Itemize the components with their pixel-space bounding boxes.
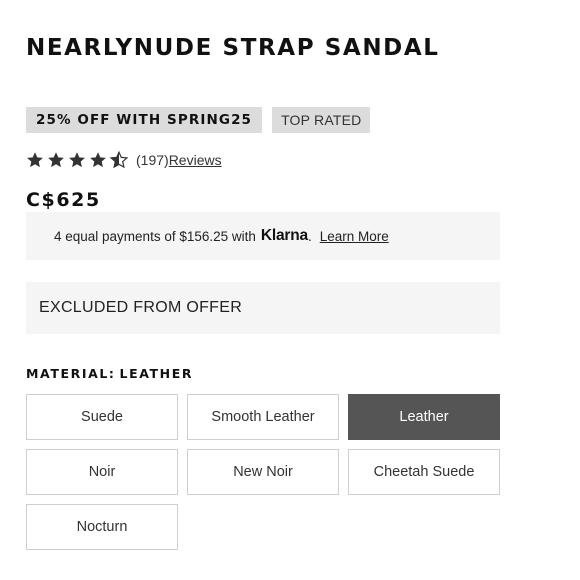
- offer-exclusion-notice: EXCLUDED FROM OFFER: [26, 282, 500, 334]
- badge-row: 25% OFF WITH SPRING25 TOP RATED: [26, 107, 371, 133]
- klarna-installment-text: 4 equal payments of $156.25 with: [54, 228, 256, 244]
- promo-badge: 25% OFF WITH SPRING25: [26, 107, 263, 133]
- review-count: (197): [136, 152, 169, 168]
- material-option-new-noir[interactable]: New Noir: [187, 449, 339, 495]
- material-option-nocturn[interactable]: Nocturn: [26, 504, 178, 550]
- material-option-leather[interactable]: Leather: [348, 394, 500, 440]
- star-icon: [47, 151, 65, 169]
- star-icon: [68, 151, 86, 169]
- star-icon: [26, 151, 44, 169]
- material-selected-value: LEATHER: [119, 366, 194, 381]
- star-half-icon: [110, 151, 128, 169]
- star-icon: [89, 151, 107, 169]
- material-label: MATERIAL: LEATHER: [26, 366, 193, 381]
- material-option-smooth-leather[interactable]: Smooth Leather: [187, 394, 339, 440]
- material-options: Suede Smooth Leather Leather Noir New Noir Ch…: [26, 394, 501, 550]
- klarna-payment-panel: 4 equal payments of $156.25 with Klarna …: [26, 212, 500, 260]
- rating-row: (197) Reviews: [26, 149, 222, 171]
- material-option-cheetah-suede[interactable]: Cheetah Suede: [348, 449, 500, 495]
- material-option-noir[interactable]: Noir: [26, 449, 178, 495]
- reviews-link[interactable]: Reviews: [169, 152, 222, 168]
- klarna-learn-more-link[interactable]: Learn More: [320, 229, 389, 244]
- top-rated-badge: TOP RATED: [272, 107, 371, 133]
- product-price: C$625: [26, 189, 101, 211]
- klarna-period: .: [307, 228, 312, 244]
- material-option-suede[interactable]: Suede: [26, 394, 178, 440]
- star-rating: [26, 151, 128, 169]
- klarna-logo: Klarna: [260, 227, 308, 244]
- material-label-text: MATERIAL:: [26, 366, 116, 381]
- product-title: NEARLYNUDE STRAP SANDAL: [26, 35, 440, 61]
